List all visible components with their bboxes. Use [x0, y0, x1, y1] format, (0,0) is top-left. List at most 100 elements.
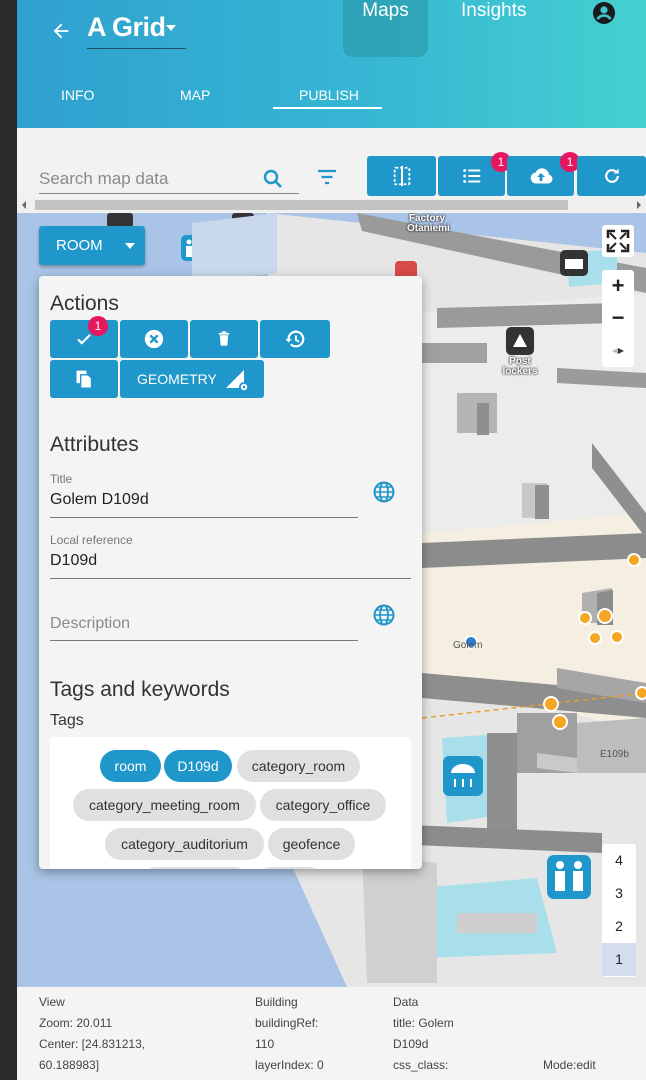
floor-3-button[interactable]: 3 — [602, 877, 636, 910]
actions-heading: Actions — [50, 292, 119, 315]
title-field-underline — [50, 517, 358, 518]
tag-chip-overflow[interactable] — [255, 867, 325, 869]
caret-down-icon — [166, 25, 176, 31]
local-reference-label: Local reference — [50, 533, 133, 547]
refresh-icon — [604, 168, 619, 183]
cloud-upload-icon — [530, 168, 552, 184]
tag-chip[interactable]: D109d — [164, 750, 232, 782]
tag-chip[interactable]: category_meeting_room — [73, 789, 256, 821]
tag-chip[interactable]: geofence — [268, 828, 355, 860]
description-field[interactable]: Description — [50, 615, 130, 633]
tag-chip[interactable]: category_office — [260, 789, 386, 821]
nav-maps-label: Maps — [362, 0, 409, 21]
local-reference-field[interactable]: D109d — [50, 552, 97, 570]
tags-label: Tags — [50, 712, 84, 729]
zoom-out-button[interactable]: − — [602, 303, 634, 335]
status-data: Data title: Golem D109d css_class: — [393, 992, 454, 1076]
floor-selector: 4 3 2 1 — [602, 844, 636, 977]
geometry-button[interactable]: GEOMETRY — [120, 360, 264, 398]
tag-chip-overflow[interactable] — [140, 867, 250, 869]
app-window: A Grid Maps Insights INFO MAP PUBLISH Se… — [17, 0, 646, 1080]
status-zoom: Zoom: 20.011 — [39, 1016, 113, 1030]
status-center: Center: [24.831213, — [39, 1037, 146, 1051]
copy-icon — [76, 370, 93, 389]
map-label-golem: Golem — [453, 640, 483, 651]
tag-chip[interactable]: category_auditorium — [105, 828, 264, 860]
scroll-right-icon[interactable] — [637, 201, 641, 209]
status-layer-index: layerIndex: 0 — [255, 1058, 324, 1072]
map-label-post-lockers: Post lockers — [502, 356, 538, 377]
approve-badge: 1 — [88, 316, 108, 336]
active-tab-indicator — [273, 107, 382, 109]
zoom-control: + − — [602, 270, 634, 367]
floor-4-button[interactable]: 4 — [602, 844, 636, 877]
status-building: Building buildingRef: 110 layerIndex: 0 — [255, 992, 324, 1076]
history-button[interactable] — [260, 320, 330, 358]
room-type-label: ROOM — [56, 237, 103, 254]
delete-button[interactable] — [190, 320, 258, 358]
status-data-title: Data — [393, 995, 419, 1009]
status-mode: Mode:edit — [543, 1058, 596, 1072]
list-icon — [462, 169, 480, 183]
trash-icon — [218, 331, 230, 346]
globe-icon[interactable] — [372, 603, 396, 627]
app-title: A Grid — [87, 12, 166, 42]
geometry-edit-icon — [226, 370, 249, 392]
scroll-left-icon[interactable] — [22, 201, 26, 209]
status-data-title-cont: D109d — [393, 1037, 429, 1051]
tag-chip[interactable]: category_room — [237, 750, 360, 782]
description-underline — [50, 640, 358, 641]
status-building-ref: buildingRef: — [255, 1016, 319, 1030]
cancel-circle-icon — [144, 329, 164, 349]
publish-upload-button[interactable]: 1 — [507, 152, 580, 196]
floor-1-button[interactable]: 1 — [602, 943, 636, 976]
split-view-icon — [393, 165, 410, 187]
back-arrow-icon[interactable] — [50, 20, 72, 42]
grid-selector[interactable]: A Grid — [87, 8, 186, 49]
nav-insights[interactable]: Insights — [461, 0, 526, 22]
search-icon[interactable] — [261, 167, 285, 191]
status-center-cont: 60.188983] — [39, 1058, 100, 1072]
cancel-button[interactable] — [120, 320, 188, 358]
tag-chip[interactable]: room — [100, 750, 161, 782]
approve-button[interactable]: 1 — [50, 316, 118, 358]
change-list-button[interactable]: 1 — [438, 152, 511, 196]
title-field[interactable]: Golem D109d — [50, 491, 149, 509]
status-building-title: Building — [255, 995, 298, 1009]
tab-publish[interactable]: PUBLISH — [299, 87, 359, 103]
horizontal-scrollbar[interactable] — [17, 198, 646, 212]
split-view-button[interactable] — [367, 156, 436, 196]
refresh-button[interactable] — [577, 156, 646, 196]
tags-keywords-heading: Tags and keywords — [50, 678, 230, 701]
account-icon[interactable] — [592, 1, 616, 25]
fullscreen-button[interactable] — [602, 225, 634, 257]
zoom-in-button[interactable]: + — [602, 270, 634, 302]
globe-icon[interactable] — [372, 480, 396, 504]
status-data-title-value: title: Golem — [393, 1016, 454, 1030]
feature-edit-panel: Actions 1 GEOMETRY Attributes Title Gole… — [39, 276, 422, 869]
floor-2-button[interactable]: 2 — [602, 910, 636, 943]
filter-icon[interactable] — [315, 165, 339, 189]
map-label-factory: Factory Otaniemi — [407, 213, 450, 234]
caret-down-icon — [125, 243, 135, 249]
copy-button[interactable] — [50, 360, 118, 398]
room-type-dropdown[interactable]: ROOM — [39, 226, 145, 265]
status-css-class: css_class: — [393, 1058, 449, 1072]
compass-icon[interactable] — [602, 336, 634, 367]
status-view-title: View — [39, 995, 65, 1009]
nav-maps[interactable]: Maps — [343, 0, 428, 57]
tab-map[interactable]: MAP — [180, 87, 210, 103]
history-icon — [285, 330, 305, 348]
app-header: A Grid Maps Insights INFO MAP PUBLISH — [17, 0, 646, 128]
scroll-thumb[interactable] — [35, 200, 568, 210]
attributes-heading: Attributes — [50, 433, 139, 456]
search-input[interactable] — [39, 164, 299, 194]
title-field-label: Title — [50, 472, 73, 486]
status-view: View Zoom: 20.011 Center: [24.831213, 60… — [39, 992, 145, 1076]
status-building-ref-value: 110 — [255, 1037, 275, 1051]
status-bar: View Zoom: 20.011 Center: [24.831213, 60… — [17, 987, 646, 1080]
geometry-label: GEOMETRY — [137, 371, 217, 387]
fullscreen-icon — [606, 229, 630, 253]
tags-box: room D109d category_room category_meetin… — [50, 737, 411, 869]
tab-info[interactable]: INFO — [61, 87, 94, 103]
